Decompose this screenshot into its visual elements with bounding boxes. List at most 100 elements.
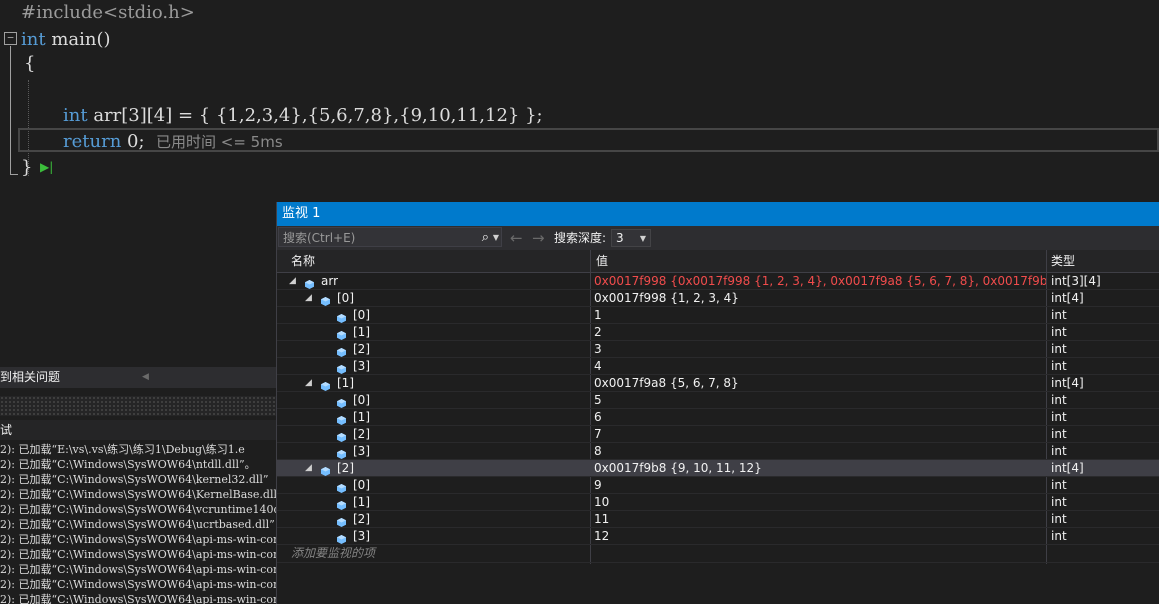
watch-row-name: [2] bbox=[353, 427, 370, 441]
code-line-main: int main() bbox=[21, 27, 111, 53]
search-next-icon[interactable]: → bbox=[532, 229, 545, 247]
watch-row-type: int bbox=[1051, 427, 1067, 441]
error-list-tab[interactable]: 到相关问题 ◀ bbox=[0, 367, 276, 388]
column-header-name[interactable]: 名称 bbox=[287, 250, 587, 272]
watch-row-value[interactable]: 0x0017f998 {0x0017f998 {1, 2, 3, 4}, 0x0… bbox=[594, 273, 1046, 290]
watch-row-type: int bbox=[1051, 342, 1067, 356]
panel-grip[interactable] bbox=[0, 396, 276, 416]
error-list-tab-label: 到相关问题 bbox=[0, 370, 61, 384]
code-editor[interactable]: #include<stdio.h> − int main() { int arr… bbox=[0, 0, 1159, 200]
watch-title: 监视 1 bbox=[282, 206, 327, 221]
watch-row-name: [3] bbox=[353, 444, 370, 458]
add-watch-row[interactable]: 添加要监视的项 bbox=[277, 545, 1159, 563]
search-options-dropdown-icon[interactable]: ▼ bbox=[493, 228, 499, 248]
output-line: 2): 已加载“C:\Windows\SysWOW64\api-ms-win-c… bbox=[0, 548, 276, 561]
search-depth-value: 3 bbox=[616, 231, 624, 245]
watch-row-value[interactable]: 8 bbox=[594, 443, 1046, 460]
output-label: 试 bbox=[0, 423, 13, 437]
watch-row[interactable]: [1] 2 int bbox=[277, 324, 1159, 341]
watch-row-value[interactable]: 6 bbox=[594, 409, 1046, 426]
watch-row-type: int[4] bbox=[1051, 291, 1084, 305]
run-to-click-icon[interactable]: ▶| bbox=[40, 160, 53, 174]
code-line-open-brace: { bbox=[24, 53, 36, 74]
code-line-return: return 0; 已用时间 <= 5ms bbox=[63, 129, 283, 155]
watch-row[interactable]: ◢ arr 0x0017f998 {0x0017f998 {1, 2, 3, 4},… bbox=[277, 273, 1159, 290]
watch-row-type: int bbox=[1051, 495, 1067, 509]
search-previous-icon[interactable]: ← bbox=[510, 229, 523, 247]
watch-row-value[interactable]: 11 bbox=[594, 511, 1046, 528]
expand-toggle-icon[interactable]: ◢ bbox=[289, 273, 296, 290]
variable-icon bbox=[337, 345, 346, 357]
scroll-left-icon[interactable]: ◀ bbox=[142, 367, 149, 388]
code-line-include: #include<stdio.h> bbox=[21, 2, 195, 23]
watch-row-type: int bbox=[1051, 410, 1067, 424]
watch-row-name: [0] bbox=[337, 291, 354, 305]
watch-row-value[interactable]: 1 bbox=[594, 307, 1046, 324]
watch-row[interactable]: [2] 11 int bbox=[277, 511, 1159, 528]
keyword-int: int bbox=[21, 29, 46, 50]
expand-toggle-icon[interactable]: ◢ bbox=[305, 290, 312, 307]
perf-tip: 已用时间 <= 5ms bbox=[155, 133, 283, 151]
watch-row-value[interactable]: 12 bbox=[594, 528, 1046, 545]
watch-window: 监视 1 搜索(Ctrl+E) ⌕ ▼ ← → 搜索深度: 3 ▼ 名称 值 类… bbox=[276, 202, 1159, 604]
keyword-return: return bbox=[63, 131, 122, 152]
return-value: 0; bbox=[121, 131, 145, 152]
watch-search-input[interactable]: 搜索(Ctrl+E) ⌕ ▼ bbox=[278, 227, 502, 247]
watch-row-type: int bbox=[1051, 529, 1067, 543]
watch-row-value[interactable]: 9 bbox=[594, 477, 1046, 494]
fold-guide-line bbox=[10, 46, 11, 174]
column-header-value[interactable]: 值 bbox=[592, 250, 1042, 272]
watch-row[interactable]: [1] 10 int bbox=[277, 494, 1159, 511]
variable-icon bbox=[337, 481, 346, 493]
watch-row-name: [3] bbox=[353, 529, 370, 543]
output-line: 2): 已加载“C:\Windows\SysWOW64\KernelBase.d… bbox=[0, 488, 276, 501]
watch-row[interactable]: ◢ [0] 0x0017f998 {1, 2, 3, 4} int[4] bbox=[277, 290, 1159, 307]
watch-row-value[interactable]: 3 bbox=[594, 341, 1046, 358]
expand-toggle-icon[interactable]: ◢ bbox=[305, 460, 312, 477]
watch-row-value[interactable]: 5 bbox=[594, 392, 1046, 409]
search-icon[interactable]: ⌕ bbox=[482, 228, 489, 248]
collapse-icon[interactable]: − bbox=[4, 32, 17, 45]
watch-header-row: 名称 值 类型 bbox=[277, 250, 1159, 273]
watch-row-name: [0] bbox=[353, 308, 370, 322]
watch-row[interactable]: [2] 3 int bbox=[277, 341, 1159, 358]
output-line: 2): 已加载“C:\Windows\SysWOW64\ucrtbased.dl… bbox=[0, 518, 275, 531]
search-placeholder: 搜索(Ctrl+E) bbox=[283, 231, 356, 245]
watch-row-value[interactable]: 10 bbox=[594, 494, 1046, 511]
output-log[interactable]: 2): 已加载“E:\vs\.vs\练习\练习1\Debug\练习1.e 2):… bbox=[0, 442, 276, 604]
watch-row[interactable]: [0] 5 int bbox=[277, 392, 1159, 409]
watch-row[interactable]: [0] 1 int bbox=[277, 307, 1159, 324]
watch-row-name: [1] bbox=[353, 410, 370, 424]
watch-row[interactable]: [2] 7 int bbox=[277, 426, 1159, 443]
watch-row-name: [2] bbox=[353, 342, 370, 356]
variable-icon bbox=[337, 328, 346, 340]
watch-row-type: int bbox=[1051, 308, 1067, 322]
column-header-type[interactable]: 类型 bbox=[1047, 250, 1157, 272]
watch-row[interactable]: ◢ [1] 0x0017f9a8 {5, 6, 7, 8} int[4] bbox=[277, 375, 1159, 392]
watch-row[interactable]: [3] 8 int bbox=[277, 443, 1159, 460]
watch-row-value[interactable]: 0x0017f9b8 {9, 10, 11, 12} bbox=[594, 460, 1046, 477]
watch-row-type: int bbox=[1051, 393, 1067, 407]
watch-row[interactable]: [1] 6 int bbox=[277, 409, 1159, 426]
watch-row-value[interactable]: 0x0017f9a8 {5, 6, 7, 8} bbox=[594, 375, 1046, 392]
watch-row[interactable]: [0] 9 int bbox=[277, 477, 1159, 494]
watch-row[interactable]: [3] 12 int bbox=[277, 528, 1159, 545]
watch-row-name: [0] bbox=[353, 478, 370, 492]
main-signature: main() bbox=[45, 29, 111, 50]
watch-row[interactable]: [3] 4 int bbox=[277, 358, 1159, 375]
watch-row-value[interactable]: 0x0017f998 {1, 2, 3, 4} bbox=[594, 290, 1046, 307]
variable-icon bbox=[337, 396, 346, 408]
watch-title-bar[interactable]: 监视 1 bbox=[277, 202, 1159, 226]
code-line-array-decl: int arr[3][4] = { {1,2,3,4},{5,6,7,8},{9… bbox=[63, 103, 543, 129]
watch-row-type: int bbox=[1051, 325, 1067, 339]
watch-row-name: [1] bbox=[337, 376, 354, 390]
watch-row-type: int[4] bbox=[1051, 376, 1084, 390]
search-depth-label: 搜索深度: bbox=[554, 231, 607, 245]
watch-row-value[interactable]: 2 bbox=[594, 324, 1046, 341]
expand-toggle-icon[interactable]: ◢ bbox=[305, 375, 312, 392]
output-header: 试 bbox=[0, 420, 276, 440]
watch-row-value[interactable]: 4 bbox=[594, 358, 1046, 375]
watch-row[interactable]: ◢ [2] 0x0017f9b8 {9, 10, 11, 12} int[4] bbox=[277, 460, 1159, 477]
watch-row-value[interactable]: 7 bbox=[594, 426, 1046, 443]
search-depth-select[interactable]: 3 ▼ bbox=[611, 229, 651, 247]
